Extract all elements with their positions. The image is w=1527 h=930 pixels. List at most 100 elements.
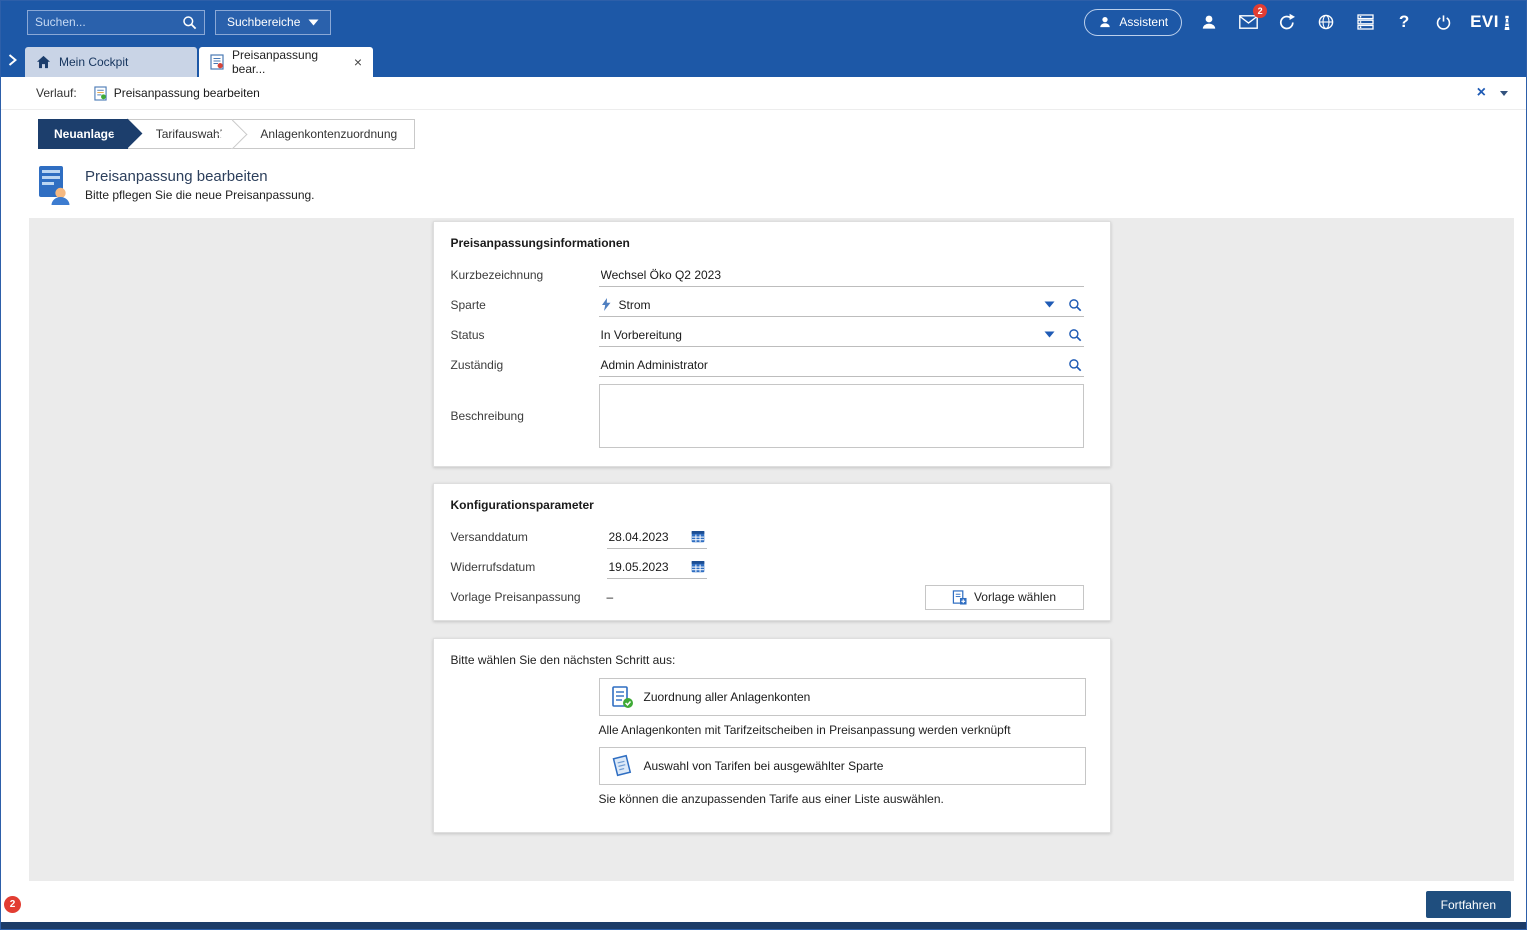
sparte-value: Strom [619,298,651,312]
option-description: Sie können die anzupassenden Tarife aus … [599,792,1084,806]
field-label: Sparte [451,298,599,312]
mail-icon [1239,15,1258,29]
mail-button[interactable]: 2 [1236,10,1260,34]
help-button[interactable]: ? [1392,10,1416,34]
refresh-button[interactable] [1275,10,1299,34]
zuordnung-anlagenkonten-button[interactable]: Zuordnung aller Anlagenkonten [599,678,1086,716]
refresh-icon [1278,13,1296,31]
logout-button[interactable] [1431,10,1455,34]
assistant-label: Assistent [1119,15,1168,29]
window-bottom-edge [1,922,1526,929]
chevron-down-icon [308,19,319,26]
page-header: Preisanpassung bearbeiten Bitte pflegen … [1,151,1526,218]
home-icon [36,55,51,69]
widerrufsdatum-input[interactable] [609,560,675,574]
vorlage-row: Vorlage Preisanpassung – Vorlage wählen [451,582,1084,612]
topbar-actions: Assistent 2 [1084,9,1512,36]
status-row: Status In Vorbereitung [451,320,1084,350]
field-label: Status [451,328,599,342]
history-item[interactable]: Preisanpassung bearbeiten [94,86,260,101]
page-title: Preisanpassung bearbeiten [85,168,315,185]
fortfahren-button[interactable]: Fortfahren [1426,891,1511,918]
tab-label: Mein Cockpit [59,55,128,69]
brand-logo: EVI [1470,12,1512,32]
status-select[interactable]: In Vorbereitung [599,323,1084,347]
next-step-prompt: Bitte wählen Sie den nächsten Schritt au… [451,653,1084,667]
expand-panel-button[interactable] [8,54,17,66]
topbar: Suchbereiche Assistent 2 [1,1,1526,43]
wizard-step-tarifauswahl[interactable]: Tarifauswahl [128,119,233,149]
notepad-icon [610,754,634,778]
zustaendig-row: Zuständig Admin Administrator [451,350,1084,380]
field-label: Kurzbezeichnung [451,268,599,282]
page-subtitle: Bitte pflegen Sie die neue Preisanpassun… [85,188,315,202]
wizard-step-anlagenkontenzuordnung[interactable]: Anlagenkontenzuordnung [232,119,415,149]
search-input[interactable] [35,15,182,29]
assistant-icon [1098,15,1112,29]
history-dropdown-icon[interactable] [1500,91,1508,96]
search-icon[interactable] [182,15,197,30]
page-icon [36,165,70,205]
step-label: Anlagenkontenzuordnung [260,127,397,141]
widerrufsdatum-field [607,555,707,579]
mail-badge: 2 [1253,4,1267,18]
server-button[interactable] [1353,10,1377,34]
kurzbezeichnung-input[interactable] [601,268,1082,282]
history-label: Verlauf: [36,86,77,100]
history-close-icon[interactable]: × [1477,85,1486,101]
globe-button[interactable] [1314,10,1338,34]
application-window: Suchbereiche Assistent 2 [0,0,1527,930]
calendar-icon[interactable] [691,560,705,573]
search-lookup-icon[interactable] [1068,298,1082,312]
assistant-button[interactable]: Assistent [1084,9,1182,36]
search-areas-button[interactable]: Suchbereiche [215,10,331,35]
history-item-label: Preisanpassung bearbeiten [114,86,260,100]
option-label: Zuordnung aller Anlagenkonten [644,690,811,704]
zustaendig-field[interactable]: Admin Administrator [599,353,1084,377]
user-button[interactable] [1197,10,1221,34]
global-search[interactable] [27,10,205,35]
vorlage-value: – [607,590,614,604]
field-label: Zuständig [451,358,599,372]
tab-close-icon[interactable]: × [354,55,362,69]
globe-icon [1317,13,1335,31]
brand-text: EVI [1470,12,1499,32]
lightning-icon [601,298,612,311]
help-icon: ? [1399,12,1409,32]
field-label: Widerrufsdatum [451,560,607,574]
preisanpassungsinformationen-card: Preisanpassungsinformationen Kurzbezeich… [433,221,1111,467]
chevron-down-icon[interactable] [1044,301,1055,308]
power-icon [1435,14,1452,31]
tab-label: Preisanpassung bear... [232,48,346,76]
lighthouse-icon [1502,14,1512,31]
history-bar: Verlauf: Preisanpassung bearbeiten × [1,77,1526,110]
versanddatum-input[interactable] [609,530,675,544]
search-areas-label: Suchbereiche [227,15,300,29]
versanddatum-field [607,525,707,549]
calendar-icon[interactable] [691,530,705,543]
vorlage-waehlen-button[interactable]: Vorlage wählen [925,585,1084,610]
wizard-steps: Neuanlage Tarifauswahl Anlagenkontenzuor… [38,119,1526,149]
footer-bar: Fortfahren [1,881,1526,929]
page-header-text: Preisanpassung bearbeiten Bitte pflegen … [85,168,315,202]
field-label: Vorlage Preisanpassung [451,590,607,604]
card-title: Konfigurationsparameter [451,498,1084,512]
auswahl-tarife-button[interactable]: Auswahl von Tarifen bei ausgewählter Spa… [599,747,1086,785]
wizard-step-neuanlage[interactable]: Neuanlage [38,119,128,149]
card-title: Preisanpassungsinformationen [451,236,1084,250]
search-lookup-icon[interactable] [1068,328,1082,342]
field-label: Beschreibung [451,409,599,423]
beschreibung-row: Beschreibung [451,380,1084,452]
chevron-down-icon[interactable] [1044,331,1055,338]
tab-mein-cockpit[interactable]: Mein Cockpit [25,47,197,77]
sparte-row: Sparte Strom [451,290,1084,320]
document-icon [210,54,224,70]
sparte-select[interactable]: Strom [599,293,1084,317]
tab-preisanpassung[interactable]: Preisanpassung bear... × [199,47,373,77]
template-icon [952,590,967,605]
notification-badge[interactable]: 2 [4,896,21,913]
beschreibung-textarea[interactable] [599,384,1084,448]
widerrufsdatum-row: Widerrufsdatum [451,552,1084,582]
search-lookup-icon[interactable] [1068,358,1082,372]
option-label: Auswahl von Tarifen bei ausgewählter Spa… [644,759,884,773]
